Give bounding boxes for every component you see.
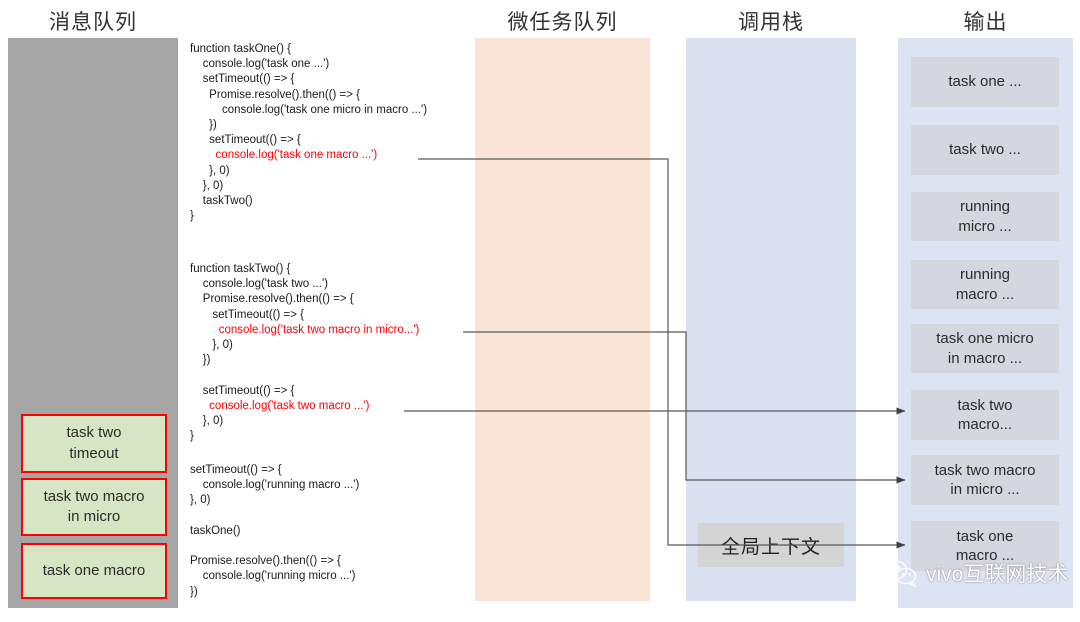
output-item: running macro ... [911, 260, 1059, 309]
diagram-canvas: 消息队列 微任务队列 调用栈 输出 task two timeout task … [0, 0, 1080, 622]
code-block-task-two: function taskTwo() { console.log('task t… [190, 262, 419, 444]
code-line: console.log('task one ...') [190, 58, 330, 71]
code-line: }, 0) [190, 164, 230, 177]
call-stack-panel [686, 38, 856, 601]
code-line: }, 0) [190, 415, 224, 428]
code-line: console.log('task two macro ...') [190, 399, 370, 412]
code-block-task-one: function taskOne() { console.log('task o… [190, 42, 427, 224]
output-item-label: task one ... [948, 73, 1022, 91]
code-line: Promise.resolve().then(() => { [190, 293, 354, 306]
code-line: console.log('running macro ...') [190, 479, 360, 492]
output-item: running micro ... [911, 192, 1059, 241]
code-line: }) [190, 585, 198, 598]
column-title-microtask-queue: 微任务队列 [507, 11, 618, 34]
code-line: taskTwo() [190, 195, 253, 208]
code-line: }, 0) [190, 494, 211, 507]
message-queue-item[interactable]: task two timeout [21, 414, 167, 473]
output-item: task two ... [911, 125, 1059, 175]
code-line: setTimeout(() => { [190, 134, 301, 147]
code-line: console.log('running micro ...') [190, 570, 356, 583]
output-item-label: task one macro ... [955, 527, 1015, 565]
output-item-label: running micro ... [958, 198, 1012, 235]
code-line: } [190, 210, 194, 223]
column-title-call-stack: 调用栈 [738, 11, 804, 34]
message-queue-item[interactable]: task two macro in micro [21, 478, 167, 536]
output-item-label: running macro ... [955, 266, 1015, 303]
call-stack-frame-label: 全局上下文 [720, 536, 821, 558]
code-line: Promise.resolve().then(() => { [190, 88, 361, 101]
message-queue-item-label: task one macro [42, 561, 146, 579]
output-item: task one macro ... [911, 521, 1059, 571]
code-line: console.log('task two macro in micro...'… [190, 323, 420, 336]
message-queue-item-label: task two timeout [66, 424, 122, 462]
output-item: task two macro in micro ... [911, 455, 1059, 505]
output-item-label: task two macro... [957, 396, 1013, 434]
code-line: function taskOne() { [190, 43, 291, 55]
code-line: taskOne() [190, 524, 241, 537]
output-item-label: task two macro in micro ... [934, 461, 1036, 499]
call-stack-frame[interactable]: 全局上下文 [698, 523, 844, 567]
code-line: console.log('task one macro ...') [190, 149, 378, 162]
code-line: setTimeout(() => { [190, 464, 282, 476]
output-item-label: task one micro in macro ... [936, 330, 1034, 367]
code-line: console.log('task one micro in macro ...… [190, 103, 428, 116]
code-line: function taskTwo() { [190, 263, 291, 275]
message-queue-item[interactable]: task one macro [21, 543, 167, 599]
output-item: task one ... [911, 57, 1059, 107]
code-line: }) [190, 354, 211, 367]
code-line: }, 0) [190, 339, 233, 352]
message-queue-item-label: task two macro in micro [43, 487, 145, 525]
code-line: setTimeout(() => { [190, 308, 304, 321]
column-title-output: 输出 [963, 11, 1008, 34]
code-line: setTimeout(() => { [190, 73, 295, 86]
code-line: console.log('task two ...') [190, 278, 328, 291]
output-item: task two macro... [911, 390, 1059, 440]
output-item: task one micro in macro ... [911, 324, 1059, 373]
code-line: }, 0) [190, 179, 224, 192]
code-block-main: setTimeout(() => { console.log('running … [190, 463, 359, 600]
code-line: setTimeout(() => { [190, 384, 295, 397]
column-title-message-queue: 消息队列 [49, 11, 137, 34]
code-line: } [190, 430, 194, 443]
output-item-label: task two ... [949, 141, 1021, 159]
code-line: }) [190, 119, 217, 132]
code-line: Promise.resolve().then(() => { [190, 555, 341, 568]
microtask-queue-panel [475, 38, 650, 601]
